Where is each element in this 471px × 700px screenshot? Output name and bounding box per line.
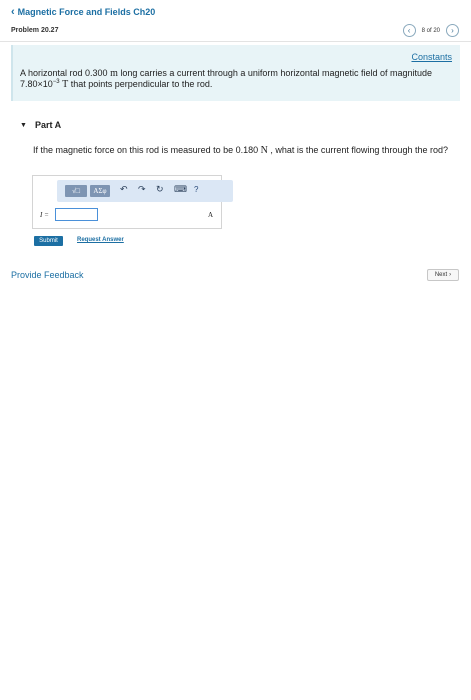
answer-unit: A bbox=[207, 211, 213, 219]
previous-problem-button[interactable]: ‹ bbox=[402, 24, 416, 37]
problem-pager: ‹ 8 of 20 › bbox=[402, 24, 459, 37]
next-label: Next bbox=[434, 272, 448, 278]
assignment-title: Magnetic Force and Fields Ch20 bbox=[17, 7, 156, 17]
header-divider bbox=[0, 41, 471, 42]
question-part: If the magnetic force on this rod is mea… bbox=[33, 145, 261, 155]
reset-icon[interactable]: ↻ bbox=[156, 184, 164, 195]
answer-entry-box: √□ ΑΣφ ↶ ↷ ↻ ⌨ ? I = A bbox=[32, 175, 233, 229]
exponent: −3 bbox=[52, 79, 60, 85]
answer-input[interactable] bbox=[55, 208, 98, 221]
problem-number: Problem 20.27 bbox=[11, 27, 59, 34]
problem-intro-box: Constants A horizontal rod 0.300 m long … bbox=[11, 45, 460, 101]
part-a-header[interactable]: ▼ Part A bbox=[20, 120, 61, 130]
pager-text: 8 of 20 bbox=[421, 27, 440, 34]
next-button[interactable]: Next › bbox=[427, 269, 459, 281]
constants-link[interactable]: Constants bbox=[411, 52, 452, 62]
caret-down-icon: ▼ bbox=[20, 121, 27, 129]
undo-icon[interactable]: ↶ bbox=[120, 184, 128, 195]
chevron-right-icon: › bbox=[449, 272, 452, 278]
problem-text-part: A horizontal rod 0.300 bbox=[20, 68, 111, 78]
question-part: , what is the current flowing through th… bbox=[267, 145, 448, 155]
unit-newton: N bbox=[260, 145, 268, 156]
chevron-left-icon: ‹ bbox=[11, 5, 15, 18]
part-label: Part A bbox=[34, 120, 62, 130]
variable-label: I = bbox=[40, 211, 49, 219]
chevron-left-icon: ‹ bbox=[407, 25, 411, 35]
unit-meter: m bbox=[110, 68, 118, 79]
submit-button[interactable]: Submit bbox=[34, 236, 63, 246]
redo-icon[interactable]: ↷ bbox=[138, 184, 146, 195]
provide-feedback-link[interactable]: Provide Feedback bbox=[11, 270, 84, 280]
problem-statement: A horizontal rod 0.300 m long carries a … bbox=[20, 68, 452, 90]
question-text: If the magnetic force on this rod is mea… bbox=[33, 145, 453, 156]
keyboard-icon[interactable]: ⌨ bbox=[174, 184, 187, 195]
math-toolbar: √□ ΑΣφ ↶ ↷ ↻ ⌨ ? bbox=[57, 180, 233, 202]
problem-text-part: that points perpendicular to the rod. bbox=[68, 79, 213, 89]
request-answer-link[interactable]: Request Answer bbox=[77, 237, 124, 243]
chevron-right-icon: › bbox=[451, 25, 454, 35]
top-bar: ‹ Magnetic Force and Fields Ch20 Problem… bbox=[0, 0, 471, 44]
symbols-button[interactable]: ΑΣφ bbox=[90, 185, 110, 197]
back-to-assignment-link[interactable]: ‹ Magnetic Force and Fields Ch20 bbox=[11, 5, 156, 18]
help-icon[interactable]: ? bbox=[194, 185, 198, 194]
templates-button[interactable]: √□ bbox=[65, 185, 87, 197]
next-problem-button[interactable]: › bbox=[446, 24, 459, 37]
